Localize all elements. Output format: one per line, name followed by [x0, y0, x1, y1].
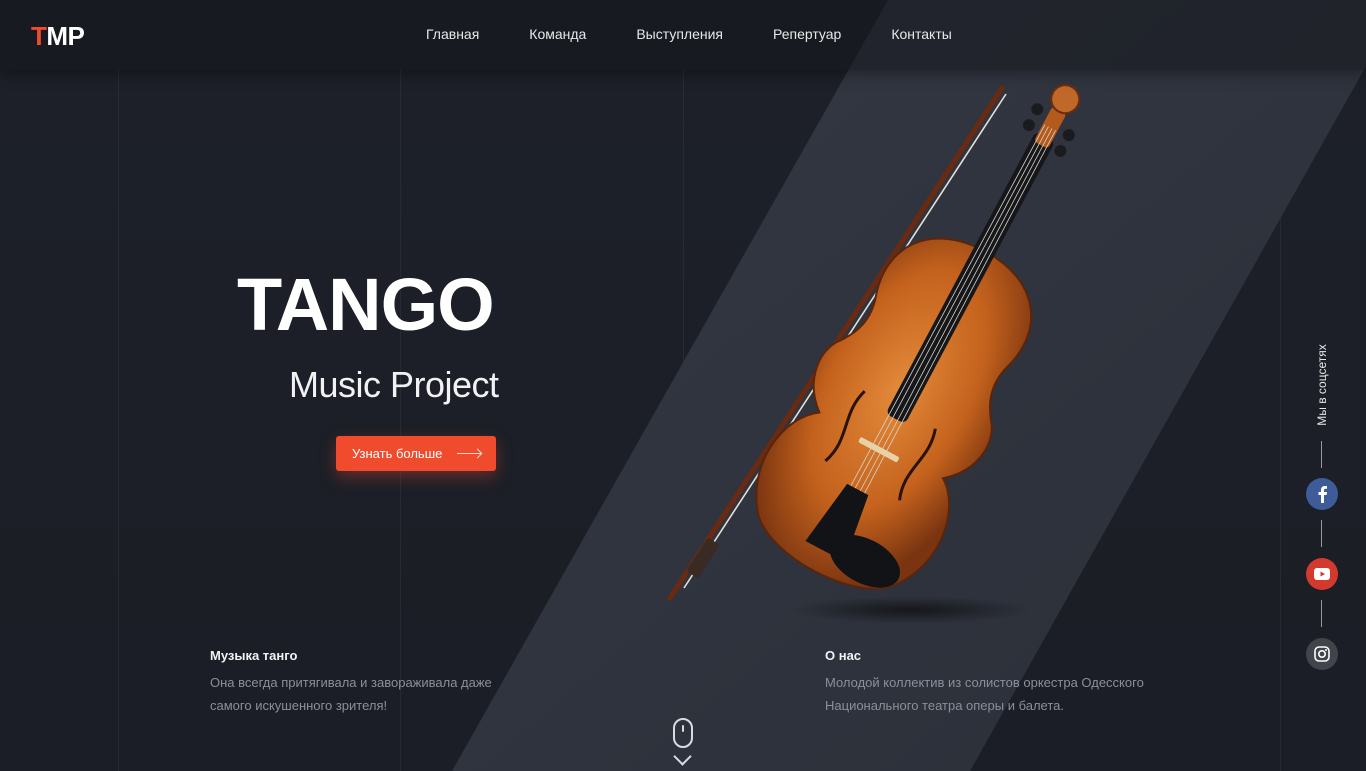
- nav-link-repertoire[interactable]: Репертуар: [773, 26, 841, 42]
- logo-accent-letter: T: [31, 21, 47, 51]
- hero-subtitle: Music Project: [289, 364, 499, 405]
- social-label: Мы в соцсетях: [1314, 340, 1330, 430]
- social-divider: [1321, 441, 1322, 468]
- logo[interactable]: TMP: [31, 21, 85, 52]
- social-divider: [1321, 520, 1322, 547]
- tango-music-block: Музыка танго Она всегда притягивала и за…: [210, 648, 510, 717]
- nav-link-home[interactable]: Главная: [426, 26, 479, 42]
- violin-image: [667, 84, 1081, 624]
- learn-more-label: Узнать больше: [352, 446, 443, 461]
- tango-music-text: Она всегда притягивала и завораживала да…: [210, 675, 492, 713]
- learn-more-button[interactable]: Узнать больше: [336, 436, 496, 471]
- logo-text: MP: [46, 21, 85, 51]
- social-divider: [1321, 600, 1322, 627]
- scroll-mouse-icon[interactable]: [673, 718, 693, 748]
- social-label-text: Мы в соцсетях: [1315, 344, 1329, 426]
- youtube-icon[interactable]: [1306, 558, 1338, 590]
- arrow-right-icon: [457, 453, 481, 454]
- nav-link-team[interactable]: Команда: [529, 26, 586, 42]
- facebook-icon[interactable]: [1306, 478, 1338, 510]
- hero-section: TMP Главная Команда Выступления Репертуа…: [0, 0, 1366, 771]
- nav-link-contacts[interactable]: Контакты: [891, 26, 951, 42]
- nav-link-performances[interactable]: Выступления: [636, 26, 723, 42]
- hero-title: TANGO: [237, 263, 495, 346]
- main-nav: Главная Команда Выступления Репертуар Ко…: [426, 26, 1002, 42]
- about-text: Молодой коллектив из солистов оркестра О…: [825, 675, 1144, 713]
- top-navbar: TMP Главная Команда Выступления Репертуа…: [0, 0, 1366, 70]
- about-heading: О нас: [825, 648, 862, 663]
- instagram-icon[interactable]: [1306, 638, 1338, 670]
- about-block: О нас Молодой коллектив из солистов орке…: [825, 648, 1185, 717]
- tango-music-heading: Музыка танго: [210, 648, 298, 663]
